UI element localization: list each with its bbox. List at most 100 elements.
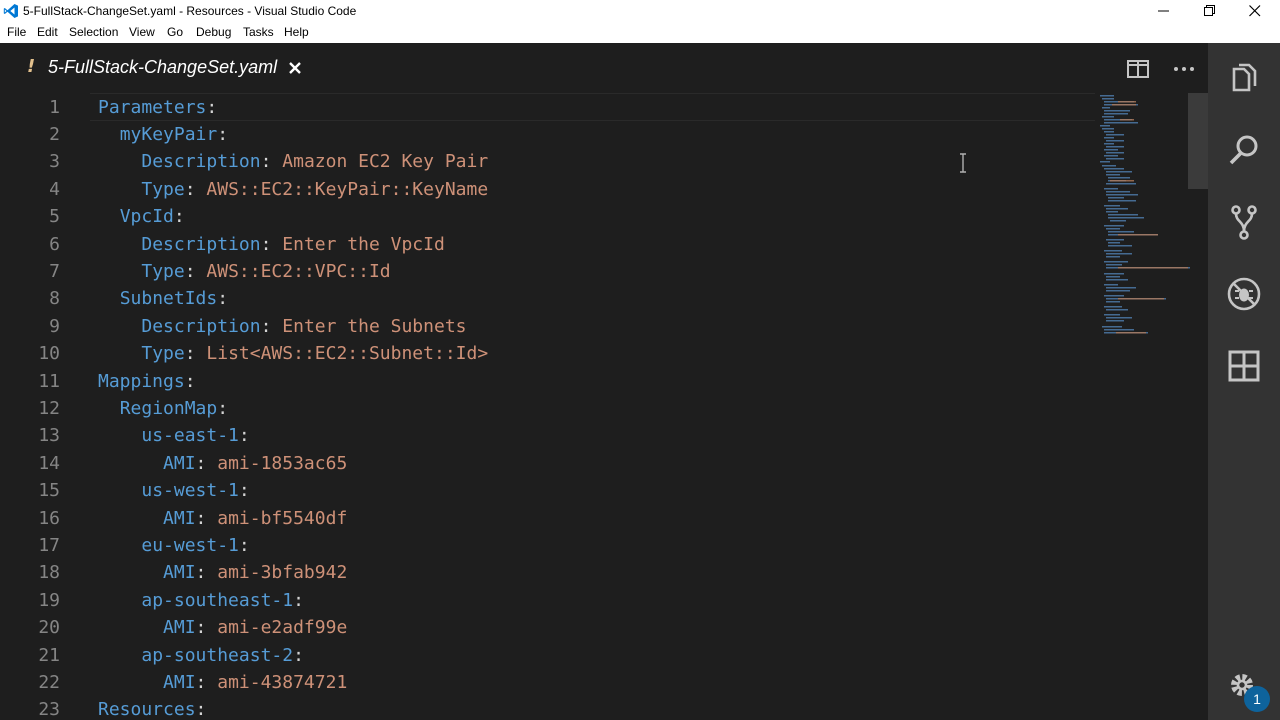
editor-tab-bar: ! 5-FullStack-ChangeSet.yaml xyxy=(0,43,1208,93)
vertical-scrollbar-thumb[interactable] xyxy=(1188,93,1208,189)
line-number: 20 xyxy=(38,617,60,639)
yaml-key: Type xyxy=(141,260,185,282)
line-number: 12 xyxy=(38,397,60,419)
yaml-colon: : xyxy=(195,699,207,720)
minimize-icon xyxy=(1158,10,1169,12)
search-icon[interactable] xyxy=(1226,132,1262,168)
line-code: Resources: xyxy=(98,696,206,720)
yaml-colon: : xyxy=(238,480,250,502)
vscode-logo-icon xyxy=(3,4,18,18)
yaml-colon: : xyxy=(195,671,218,693)
line-code: Parameters: xyxy=(98,94,217,121)
code-line[interactable]: 15 us-west-1: xyxy=(0,477,1100,504)
code-line[interactable]: 1 Parameters: xyxy=(0,94,1100,121)
line-code: AMI: ami-e2adf99e xyxy=(98,614,347,641)
line-number: 15 xyxy=(38,480,60,502)
split-editor-icon[interactable] xyxy=(1126,57,1150,81)
code-line[interactable]: 20 AMI: ami-e2adf99e xyxy=(0,614,1100,641)
close-window-button[interactable] xyxy=(1232,0,1278,22)
code-line[interactable]: 21 ap-southeast-2: xyxy=(0,642,1100,669)
yaml-value: Enter the VpcId xyxy=(282,233,445,255)
window-title: 5-FullStack-ChangeSet.yaml - Resources -… xyxy=(23,4,357,18)
code-line[interactable]: 11 Mappings: xyxy=(0,368,1100,395)
line-code: myKeyPair: xyxy=(98,121,228,148)
yaml-colon: : xyxy=(195,452,218,474)
menu-edit[interactable]: Edit xyxy=(37,25,58,39)
menu-tasks[interactable]: Tasks xyxy=(243,25,274,39)
code-line[interactable]: 8 SubnetIds: xyxy=(0,285,1100,312)
code-line[interactable]: 19 ap-southeast-1: xyxy=(0,587,1100,614)
menu-file[interactable]: File xyxy=(7,25,26,39)
settings-update-badge: 1 xyxy=(1244,686,1270,712)
code-line[interactable]: 3 Description: Amazon EC2 Key Pair xyxy=(0,148,1100,175)
line-code: us-west-1: xyxy=(98,477,250,504)
code-line[interactable]: 17 eu-west-1: xyxy=(0,532,1100,559)
yaml-key: Description xyxy=(141,315,261,337)
tab-close-icon[interactable] xyxy=(286,59,304,77)
line-number: 16 xyxy=(38,507,60,529)
code-line[interactable]: 23 Resources: xyxy=(0,696,1100,720)
code-line[interactable]: 6 Description: Enter the VpcId xyxy=(0,231,1100,258)
modified-indicator: ! xyxy=(27,56,36,77)
yaml-value: Enter the Subnets xyxy=(282,315,467,337)
line-number: 4 xyxy=(49,178,60,200)
more-actions-icon[interactable] xyxy=(1172,57,1196,81)
code-line[interactable]: 14 AMI: ami-1853ac65 xyxy=(0,450,1100,477)
source-control-icon[interactable] xyxy=(1226,204,1262,240)
menu-bar: File Edit Selection View Go Debug Tasks … xyxy=(0,22,1280,43)
menu-view[interactable]: View xyxy=(129,25,155,39)
restore-button[interactable] xyxy=(1187,0,1233,22)
explorer-icon[interactable] xyxy=(1226,60,1262,96)
code-line[interactable]: 9 Description: Enter the Subnets xyxy=(0,313,1100,340)
code-line[interactable]: 5 VpcId: xyxy=(0,203,1100,230)
line-number: 22 xyxy=(38,671,60,693)
code-editor[interactable]: 1 Parameters: 2 myKeyPair: 3 Description: A… xyxy=(0,93,1208,720)
menu-help[interactable]: Help xyxy=(284,25,309,39)
code-line[interactable]: 2 myKeyPair: xyxy=(0,121,1100,148)
extensions-icon[interactable] xyxy=(1226,348,1262,384)
yaml-key: myKeyPair xyxy=(119,123,218,145)
code-line[interactable]: 7 Type: AWS::EC2::VPC::Id xyxy=(0,258,1100,285)
editor-tab[interactable]: ! 5-FullStack-ChangeSet.yaml xyxy=(0,43,318,93)
yaml-key: ap-southeast-1 xyxy=(141,589,294,611)
line-code: Description: Amazon EC2 Key Pair xyxy=(98,148,488,175)
yaml-key: VpcId xyxy=(119,206,174,228)
code-line[interactable]: 22 AMI: ami-43874721 xyxy=(0,669,1100,696)
minimap[interactable] xyxy=(1098,93,1190,720)
yaml-colon: : xyxy=(217,397,229,419)
yaml-colon: : xyxy=(195,617,218,639)
title-bar: 5-FullStack-ChangeSet.yaml - Resources -… xyxy=(0,0,1280,22)
code-line[interactable]: 10 Type: List<AWS::EC2::Subnet::Id> xyxy=(0,340,1100,367)
line-code: Description: Enter the VpcId xyxy=(98,231,445,258)
yaml-key: SubnetIds xyxy=(119,288,218,310)
line-number: 14 xyxy=(38,452,60,474)
yaml-value: Amazon EC2 Key Pair xyxy=(282,151,489,173)
code-line[interactable]: 13 us-east-1: xyxy=(0,422,1100,449)
code-line[interactable]: 12 RegionMap: xyxy=(0,395,1100,422)
line-code: Type: AWS::EC2::VPC::Id xyxy=(98,258,390,285)
code-line[interactable]: 4 Type: AWS::EC2::KeyPair::KeyName xyxy=(0,176,1100,203)
minimize-button[interactable] xyxy=(1141,0,1187,22)
tab-title: 5-FullStack-ChangeSet.yaml xyxy=(48,57,278,77)
code-line[interactable]: 18 AMI: ami-3bfab942 xyxy=(0,559,1100,586)
menu-selection[interactable]: Selection xyxy=(69,25,118,39)
line-code: Description: Enter the Subnets xyxy=(98,313,467,340)
yaml-key: Type xyxy=(141,178,185,200)
menu-debug[interactable]: Debug xyxy=(196,25,231,39)
debug-icon[interactable] xyxy=(1226,276,1262,312)
code-line[interactable]: 16 AMI: ami-bf5540df xyxy=(0,505,1100,532)
close-icon xyxy=(1249,5,1261,17)
line-number: 11 xyxy=(38,370,60,392)
menu-go[interactable]: Go xyxy=(167,25,183,39)
line-number: 3 xyxy=(49,151,60,173)
